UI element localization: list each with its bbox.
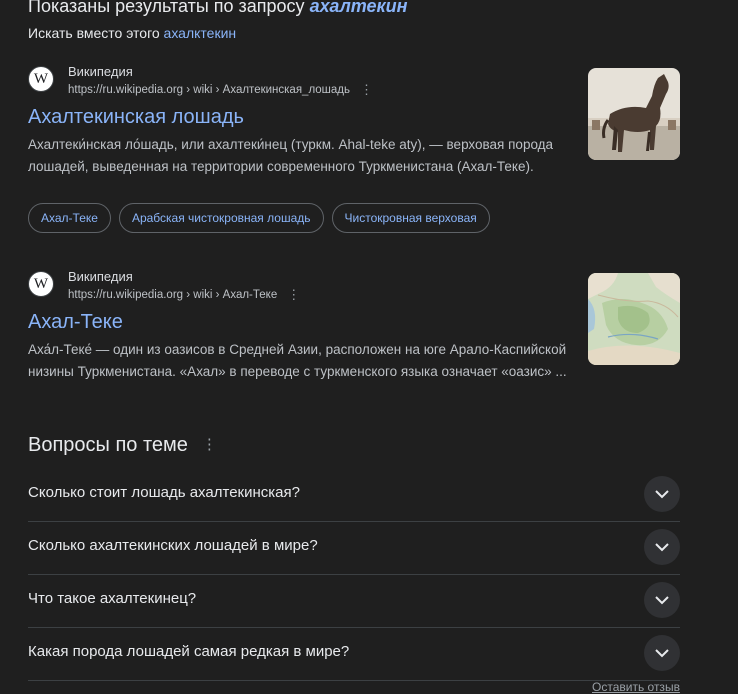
paa-more-options-icon[interactable]: ⋮ xyxy=(202,436,217,453)
result-snippet: Аха́л-Теке́ — один из оазисов в Средней … xyxy=(28,342,567,379)
paa-heading: Вопросы по теме ⋮ xyxy=(28,434,217,457)
paa-question-text: Что такое ахалтекинец? xyxy=(28,590,197,607)
paa-question[interactable]: Что такое ахалтекинец? xyxy=(28,575,680,628)
chevron-down-icon[interactable] xyxy=(644,635,680,671)
result-url[interactable]: https://ru.wikipedia.org › wiki › Ахалте… xyxy=(68,82,373,98)
paa-question[interactable]: Сколько стоит лошадь ахалтекинская? xyxy=(28,469,680,522)
chevron-down-icon[interactable] xyxy=(644,582,680,618)
search-instead: Искать вместо этого ахалктекин xyxy=(28,25,236,41)
paa-question-text: Какая порода лошадей самая редкая в мире… xyxy=(28,643,350,660)
result-thumbnail[interactable] xyxy=(588,273,680,365)
search-result: W Википедия https://ru.wikipedia.org › w… xyxy=(28,64,680,199)
paa-question[interactable]: Сколько ахалтекинских лошадей в мире? xyxy=(28,522,680,575)
related-chips: Ахал-Теке Арабская чистокровная лошадь Ч… xyxy=(28,203,490,233)
paa-question-text: Сколько стоит лошадь ахалтекинская? xyxy=(28,484,300,501)
map-photo-icon xyxy=(588,273,680,365)
chevron-down-icon[interactable] xyxy=(644,476,680,512)
instead-prefix: Искать вместо этого xyxy=(28,25,164,41)
original-query-link[interactable]: ахалктекин xyxy=(164,25,237,41)
wikipedia-favicon-icon: W xyxy=(28,271,54,297)
chip-thoroughbred[interactable]: Чистокровная верховая xyxy=(331,203,490,233)
wikipedia-favicon-icon: W xyxy=(28,66,54,92)
more-options-icon[interactable]: ⋮ xyxy=(360,82,373,98)
feedback-link[interactable]: Оставить отзыв xyxy=(592,680,680,694)
chip-ahal-teke[interactable]: Ахал-Теке xyxy=(28,203,111,233)
paa-question-text: Сколько ахалтекинских лошадей в мире? xyxy=(28,537,318,554)
result-url[interactable]: https://ru.wikipedia.org › wiki › Ахал-Т… xyxy=(68,287,300,303)
result-title-link[interactable]: Ахалтекинская лошадь xyxy=(28,106,244,129)
result-snippet: Ахалтеки́нская ло́шадь, или ахалтеки́нец… xyxy=(28,137,554,174)
horse-photo-icon xyxy=(588,68,680,160)
result-title-link[interactable]: Ахал-Теке xyxy=(28,311,123,334)
correction-prefix: Показаны результаты по запросу xyxy=(28,0,310,16)
result-url-text: https://ru.wikipedia.org › wiki › Ахалте… xyxy=(68,84,351,96)
result-url-text: https://ru.wikipedia.org › wiki › Ахал-Т… xyxy=(68,289,278,301)
paa-heading-text: Вопросы по теме xyxy=(28,434,188,456)
result-site-name[interactable]: Википедия xyxy=(68,269,133,284)
search-result: W Википедия https://ru.wikipedia.org › w… xyxy=(28,269,680,404)
corrected-query-link[interactable]: ахалтекин xyxy=(310,0,408,16)
paa-question[interactable]: Какая порода лошадей самая редкая в мире… xyxy=(28,628,680,681)
result-thumbnail[interactable] xyxy=(588,68,680,160)
chevron-down-icon[interactable] xyxy=(644,529,680,565)
more-options-icon[interactable]: ⋮ xyxy=(287,287,300,303)
chip-arabian-horse[interactable]: Арабская чистокровная лошадь xyxy=(118,203,324,233)
spelling-correction: Показаны результаты по запросу ахалтекин xyxy=(28,0,408,17)
result-site-name[interactable]: Википедия xyxy=(68,64,133,79)
